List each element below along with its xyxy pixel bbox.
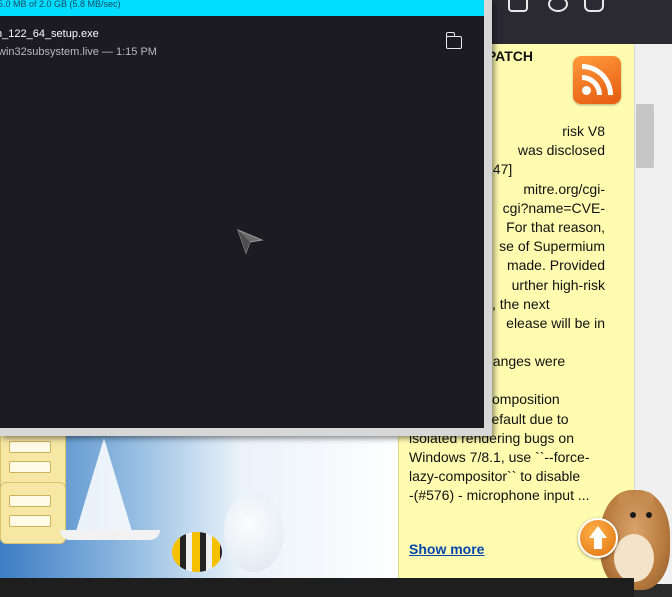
windows-logo-icon xyxy=(0,482,66,544)
windows-logo-icon xyxy=(0,428,66,490)
show-more-link[interactable]: Show more xyxy=(409,541,484,557)
notice-line: lazy-compositor`` to disable xyxy=(409,468,581,485)
download-filename: n_122_64_setup.exe xyxy=(0,28,99,40)
rss-icon[interactable] xyxy=(573,56,621,104)
pocket-icon[interactable] xyxy=(584,0,604,12)
browser-toolbar xyxy=(480,0,672,44)
scroll-up-icon[interactable] xyxy=(578,518,618,558)
taskbar-edge xyxy=(0,578,634,597)
fish-image xyxy=(172,532,222,572)
folder-icon[interactable] xyxy=(445,32,462,49)
download-progress-text: 5.0 MB of 2.0 GB (5.8 MB/sec) xyxy=(0,0,121,9)
notice-line: Windows 7/8.1, use ``--force- xyxy=(409,449,590,466)
desktop-wallpaper xyxy=(0,428,400,584)
scrollbar-thumb[interactable] xyxy=(636,104,654,168)
notice-line: -(#576) - microphone input ... xyxy=(409,487,590,504)
downloads-icon[interactable] xyxy=(508,0,528,12)
history-icon[interactable] xyxy=(548,0,568,12)
download-progress-bar: 5.0 MB of 2.0 GB (5.8 MB/sec) xyxy=(0,0,484,16)
mouse-cursor-icon xyxy=(237,229,264,254)
download-source-time: win32subsystem.live — 1:15 PM xyxy=(0,46,157,58)
sailboat-image xyxy=(74,438,134,538)
downloads-list: 5.0 MB of 2.0 GB (5.8 MB/sec) n_122_64_s… xyxy=(0,0,484,428)
skull-image xyxy=(224,492,284,572)
downloads-panel: 5.0 MB of 2.0 GB (5.8 MB/sec) n_122_64_s… xyxy=(0,0,492,436)
sailboat-hull xyxy=(60,530,160,540)
